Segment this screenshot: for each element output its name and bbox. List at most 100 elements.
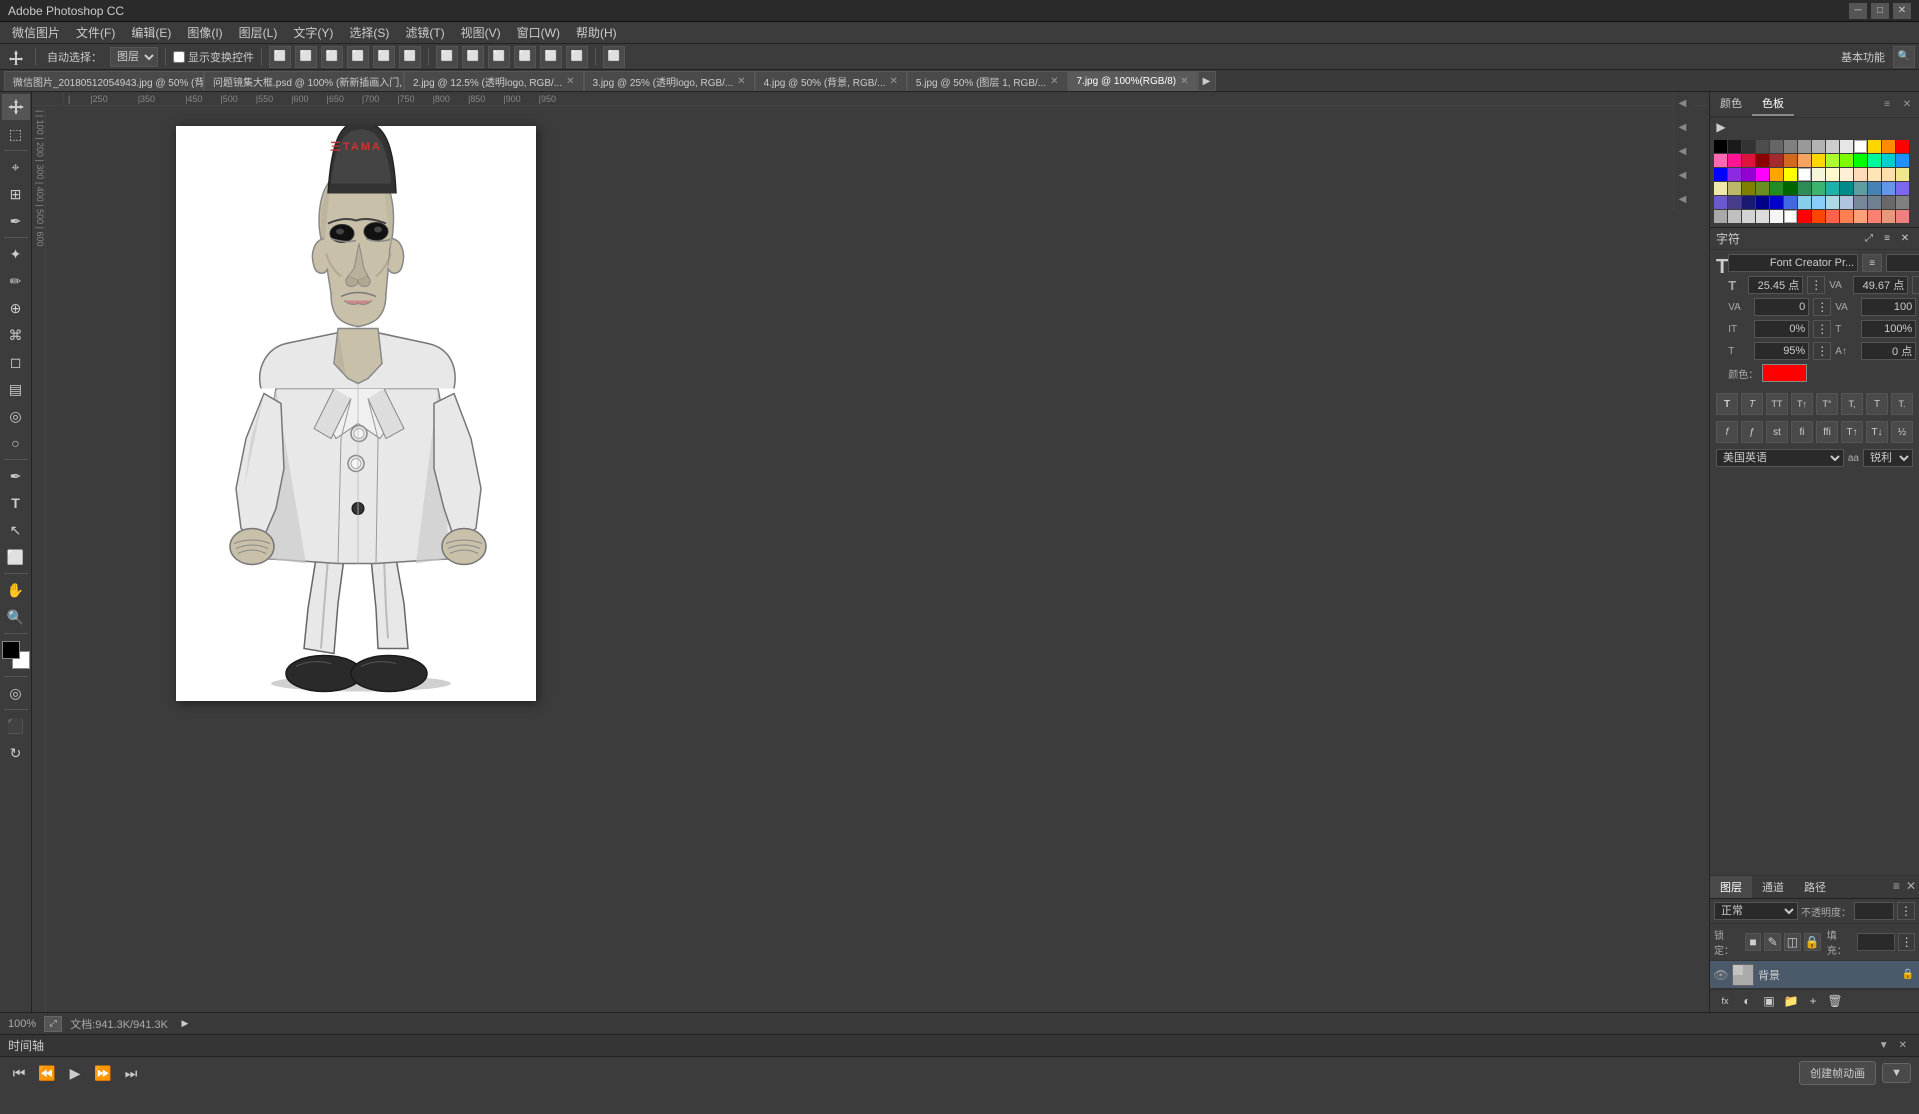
tab-3-close[interactable]: ✕ — [566, 76, 574, 87]
selection-tool[interactable]: ⬚ — [2, 121, 30, 147]
menu-layer[interactable]: 图层(L) — [231, 22, 286, 43]
swatch-blueviolet[interactable] — [1728, 168, 1741, 181]
shape-tool[interactable]: ⬜ — [2, 544, 30, 570]
format-tt[interactable]: TT — [1766, 393, 1788, 415]
distribute-top-button[interactable]: ⬜ — [514, 46, 536, 68]
align-center-v-button[interactable]: ⬜ — [373, 46, 395, 68]
swatch-white3[interactable] — [1784, 210, 1797, 223]
swatch-olive[interactable] — [1742, 182, 1755, 195]
close-button[interactable]: ✕ — [1893, 3, 1911, 19]
antialias-dropdown[interactable]: 锐利 — [1863, 449, 1913, 467]
swatch-whitesmoke[interactable] — [1770, 210, 1783, 223]
show-transform-option[interactable]: 显示变换控件 — [173, 49, 254, 65]
kerning-input[interactable] — [1754, 298, 1809, 316]
distribute-right-button[interactable]: ⬜ — [488, 46, 510, 68]
swatch-greenyellow[interactable] — [1826, 154, 1839, 167]
timeline-first-frame[interactable]: ⏮ — [8, 1062, 30, 1084]
menu-file[interactable]: 文件(F) — [68, 22, 123, 43]
swatch-gray[interactable] — [1896, 196, 1909, 209]
menu-help[interactable]: 帮助(H) — [568, 22, 625, 43]
hand-tool[interactable]: ✋ — [2, 577, 30, 603]
menu-view[interactable]: 视图(V) — [453, 22, 509, 43]
font-style-dropdown[interactable] — [1886, 254, 1919, 272]
type-panel-close[interactable]: ✕ — [1897, 231, 1913, 247]
lasso-tool[interactable]: ⌖ — [2, 154, 30, 180]
swatch-royalblue[interactable] — [1784, 196, 1797, 209]
swatch-gainsboro[interactable] — [1756, 210, 1769, 223]
format-superscript[interactable]: T↑ — [1791, 393, 1813, 415]
swatch-silver[interactable] — [1728, 210, 1741, 223]
add-mask-btn[interactable]: ◐ — [1738, 992, 1756, 1010]
tab-6-close[interactable]: ✕ — [1050, 76, 1058, 87]
color-swatches[interactable] — [2, 641, 30, 669]
swatch-white2[interactable] — [1798, 168, 1811, 181]
layer-item-background[interactable]: 👁 背景 🔒 — [1710, 961, 1919, 989]
fill-input[interactable] — [1857, 933, 1895, 951]
swatch-red[interactable] — [1896, 140, 1909, 153]
tabs-overflow-button[interactable]: ▶ — [1198, 71, 1216, 91]
font-size-input[interactable] — [1748, 276, 1803, 294]
menu-window[interactable]: 窗口(W) — [509, 22, 568, 43]
swatch-cornflower[interactable] — [1882, 182, 1895, 195]
menu-select[interactable]: 选择(S) — [341, 22, 397, 43]
doc-info-arrow[interactable]: ▶ — [176, 1016, 194, 1032]
eraser-tool[interactable]: ◻ — [2, 349, 30, 375]
quick-mask-btn[interactable]: ◎ — [2, 680, 30, 706]
add-group-btn[interactable]: 📁 — [1782, 992, 1800, 1010]
swatch-red2[interactable] — [1798, 210, 1811, 223]
scale-v2-stepper[interactable]: ⋮ — [1813, 342, 1831, 360]
fill-stepper[interactable]: ⋮ — [1898, 933, 1915, 951]
swatch-brown[interactable] — [1770, 154, 1783, 167]
language-dropdown[interactable]: 美国英语 — [1716, 449, 1844, 467]
color-panel-menu[interactable]: ≡ — [1879, 97, 1895, 113]
create-frame-animation-button[interactable]: 创建帧动画 — [1799, 1061, 1876, 1085]
swatch-orange[interactable] — [1882, 140, 1895, 153]
swatch-tomato[interactable] — [1826, 210, 1839, 223]
tab-3[interactable]: 2.jpg @ 12.5% (透明logo, RGB/... ✕ — [404, 71, 584, 91]
timeline-close-btn[interactable]: ✕ — [1895, 1038, 1911, 1053]
gradient-tool[interactable]: ▤ — [2, 376, 30, 402]
pen-tool[interactable]: ✒ — [2, 463, 30, 489]
baseline-input[interactable] — [1861, 342, 1916, 360]
distribute-center-h-button[interactable]: ⬜ — [462, 46, 484, 68]
align-top-button[interactable]: ⬜ — [347, 46, 369, 68]
lock-pixels-btn[interactable]: ■ — [1745, 933, 1762, 951]
format-degree[interactable]: T° — [1816, 393, 1838, 415]
type-panel-menu[interactable]: ≡ — [1879, 231, 1895, 247]
opacity-input[interactable] — [1854, 902, 1894, 920]
tab-7[interactable]: 7.jpg @ 100%(RGB/8) ✕ — [1068, 71, 1198, 91]
swatch-33[interactable] — [1742, 140, 1755, 153]
swatch-orangered[interactable] — [1770, 168, 1783, 181]
swatch-yellow[interactable] — [1812, 154, 1825, 167]
distribute-left-button[interactable]: ⬜ — [436, 46, 458, 68]
add-style-btn[interactable]: fx — [1716, 992, 1734, 1010]
panel-toggle-3[interactable]: ◀ — [1673, 140, 1691, 162]
swatch-lightgray[interactable] — [1742, 210, 1755, 223]
panel-toggle-1[interactable]: ◀ — [1673, 92, 1691, 114]
font-menu-button[interactable]: ≡ — [1862, 254, 1882, 272]
swatch-gold[interactable] — [1868, 140, 1881, 153]
swatch-lightslate[interactable] — [1854, 196, 1867, 209]
font-name-input[interactable] — [1728, 254, 1858, 272]
panel-toggle-4[interactable]: ◀ — [1673, 164, 1691, 186]
menu-image[interactable]: 图像(I) — [179, 22, 230, 43]
swatch-medspring[interactable] — [1868, 154, 1881, 167]
dodge-tool[interactable]: ○ — [2, 430, 30, 456]
healing-tool[interactable]: ✦ — [2, 241, 30, 267]
swatch-lime[interactable] — [1854, 154, 1867, 167]
swatch-darkblue[interactable] — [1756, 196, 1769, 209]
kerning-stepper[interactable]: ⋮ — [1813, 298, 1831, 316]
add-adj-btn[interactable]: ▣ — [1760, 992, 1778, 1010]
swatch-b3[interactable] — [1812, 140, 1825, 153]
align-center-h-button[interactable]: ⬜ — [295, 46, 317, 68]
opacity-stepper[interactable]: ⋮ — [1897, 902, 1915, 920]
swatch-darksalmon[interactable] — [1882, 210, 1895, 223]
swatch-medslateblue[interactable] — [1896, 182, 1909, 195]
swatch-peach[interactable] — [1854, 168, 1867, 181]
format-comma[interactable]: T, — [1841, 393, 1863, 415]
layers-tab[interactable]: 图层 — [1710, 876, 1752, 898]
swatch-darkcyan[interactable] — [1840, 182, 1853, 195]
swatch-hotpink[interactable] — [1714, 154, 1727, 167]
leading-stepper[interactable]: ⋮ — [1912, 276, 1919, 294]
swatch-99[interactable] — [1798, 140, 1811, 153]
